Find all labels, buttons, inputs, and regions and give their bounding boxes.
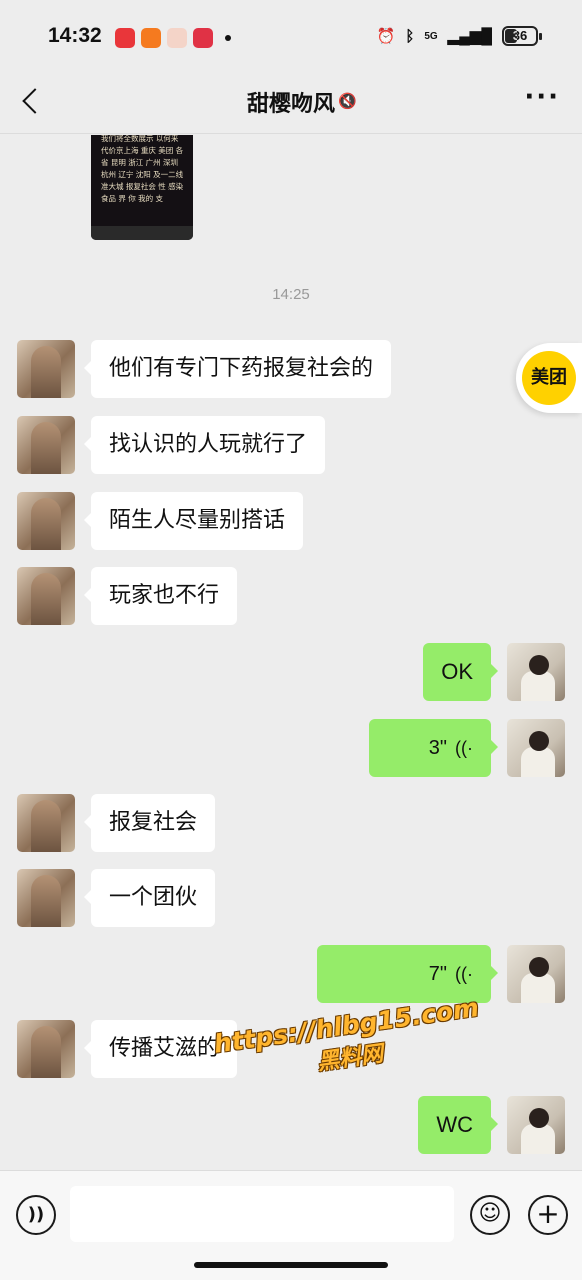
battery-icon: 36 [502, 26, 542, 46]
emoji-button[interactable]: ☺ [470, 1195, 510, 1235]
signal-icon: ▂▄▆█ [447, 28, 492, 45]
app-notification-icon [115, 28, 135, 48]
message-bubble[interactable]: WC [418, 1096, 498, 1154]
avatar[interactable] [507, 945, 565, 1003]
message-bubble[interactable]: 他们有专门下药报复社会的 [83, 340, 392, 398]
app-notification-icon [193, 28, 213, 48]
network-type: 5G [424, 30, 438, 42]
status-bar: 14:32 ⏰ ᛒ 5G ▂▄▆█ 36 [0, 0, 582, 72]
image-message[interactable]: 我们将全数展示 以何来代价京上海 重庆 美团 各省 昆明 浙江 广州 深圳 杭州… [91, 135, 193, 240]
message-bubble[interactable]: 玩家也不行 [83, 567, 238, 625]
more-dots-icon[interactable]: ··· [524, 82, 560, 112]
message-bubble[interactable]: OK [423, 643, 498, 701]
message-input[interactable] [70, 1186, 454, 1242]
voice-input-button[interactable]: )) [16, 1195, 56, 1235]
alarm-icon: ⏰ [376, 28, 396, 45]
avatar[interactable] [17, 416, 75, 474]
message-bubble[interactable]: 报复社会 [83, 794, 216, 852]
avatar[interactable] [17, 1020, 75, 1078]
plus-button[interactable]: + [528, 1195, 568, 1235]
more-notifications-dot [225, 35, 231, 41]
message-bubble[interactable]: 找认识的人玩就行了 [83, 416, 326, 474]
avatar[interactable] [17, 567, 75, 625]
app-notification-icon [141, 28, 161, 48]
app-notification-icon [167, 28, 187, 48]
image-text: 我们将全数展示 以何来代价京上海 重庆 美团 各省 昆明 浙江 广州 深圳 杭州… [101, 135, 184, 203]
avatar[interactable] [17, 869, 75, 927]
status-indicators: ⏰ ᛒ 5G ▂▄▆█ 36 [376, 26, 542, 46]
battery-level: 36 [512, 28, 528, 43]
voice-duration: 3" [428, 737, 448, 759]
voice-wave-icon: ((· [455, 738, 473, 758]
bluetooth-icon: ᛒ [405, 27, 415, 45]
avatar[interactable] [17, 794, 75, 852]
plus-icon: + [536, 1197, 560, 1230]
message-timestamp: 14:25 [272, 286, 310, 303]
voice-message[interactable]: 3" ((· [369, 719, 498, 777]
avatar[interactable] [507, 643, 565, 701]
voice-duration: 7" [428, 963, 448, 985]
mute-icon: 🔇 [338, 92, 357, 110]
avatar[interactable] [507, 1096, 565, 1154]
chat-title: 甜樱吻风 [246, 92, 335, 117]
chat-header: 甜樱吻风 🔇 ··· [0, 72, 582, 134]
status-time: 14:32 [48, 24, 102, 47]
voice-wave-icon: )) [27, 1204, 45, 1225]
message-bubble[interactable]: 一个团伙 [83, 869, 216, 927]
meituan-logo: 美团 [522, 351, 576, 405]
avatar[interactable] [17, 492, 75, 550]
input-bar: )) ☺ + [0, 1170, 582, 1280]
message-bubble[interactable]: 陌生人尽量别搭话 [83, 492, 304, 550]
home-indicator[interactable] [194, 1262, 388, 1268]
emoji-smile-icon: ☺ [478, 1201, 502, 1226]
avatar[interactable] [17, 340, 75, 398]
meituan-floating-button[interactable]: 美团 [516, 343, 582, 413]
message-list[interactable]: 我们将全数展示 以何来代价京上海 重庆 美团 各省 昆明 浙江 广州 深圳 杭州… [0, 135, 582, 1170]
status-app-icons [115, 28, 231, 48]
avatar[interactable] [507, 719, 565, 777]
